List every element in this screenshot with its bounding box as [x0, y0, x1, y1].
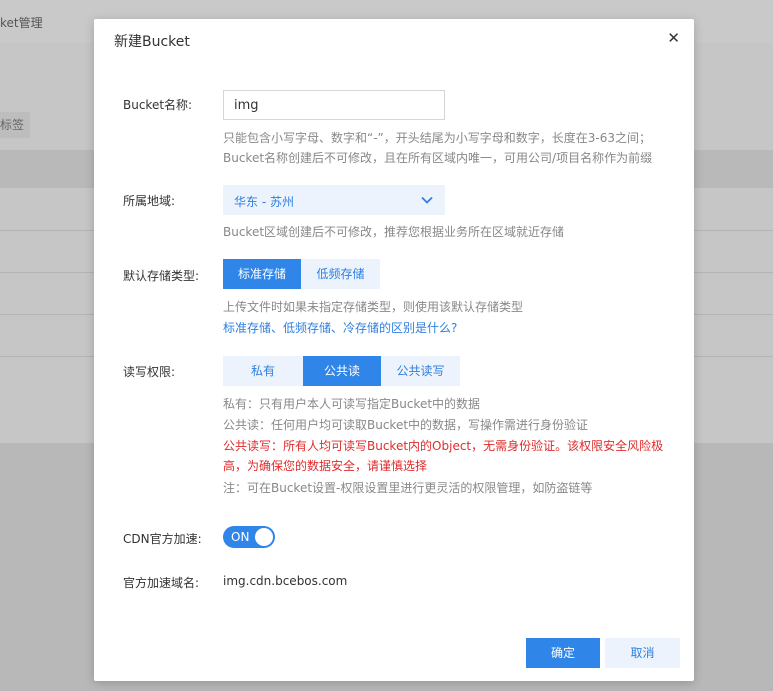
accelerate-domain-value: img.cdn.bcebos.com: [223, 574, 348, 588]
permission-option-private[interactable]: 私有: [223, 356, 303, 386]
bucket-name-hint-rules: 只能包含小写字母、数字和“-”，开头结尾为小写字母和数字，长度在3-63之间；: [223, 131, 652, 145]
accelerate-domain-label: 官方加速域名:: [123, 576, 200, 590]
bucket-name-hint-unique: Bucket名称创建后不可修改，且在所有区域内唯一，可用公司/项目名称作为前缀: [223, 151, 653, 165]
permission-option-public-read-write[interactable]: 公共读写: [381, 356, 460, 386]
permission-note: 注：可在Bucket设置-权限设置里进行更灵活的权限管理，如防盗链等: [223, 481, 593, 495]
cancel-button[interactable]: 取消: [605, 638, 680, 668]
background-tag-button: 标签: [0, 112, 30, 138]
storage-difference-link[interactable]: 标准存储、低频存储、冷存储的区别是什么?: [223, 318, 457, 338]
permission-warning-line2: 高，为确保您的数据安全，请谨慎选择: [223, 459, 428, 473]
dialog-title: 新建Bucket: [114, 34, 190, 50]
permission-label: 读写权限:: [123, 365, 176, 379]
region-hint: Bucket区域创建后不可修改，推荐您根据业务所在区域就近存储: [223, 225, 565, 239]
permission-option-public-read[interactable]: 公共读: [303, 356, 381, 386]
permission-desc-private: 私有：只有用户本人可读写指定Bucket中的数据: [223, 397, 481, 411]
storage-option-standard[interactable]: 标准存储: [223, 259, 301, 289]
region-selected-value: 华东 - 苏州: [234, 195, 294, 209]
toggle-knob: [255, 528, 273, 546]
bucket-name-label: Bucket名称:: [123, 98, 193, 112]
permission-warning-line1: 公共读写：所有人均可读写Bucket内的Object，无需身份验证。该权限安全风…: [223, 439, 664, 453]
storage-type-label: 默认存储类型:: [123, 269, 200, 283]
cdn-toggle[interactable]: ON: [223, 526, 275, 548]
storage-type-hint: 上传文件时如果未指定存储类型，则使用该默认存储类型: [223, 300, 524, 314]
chevron-down-icon: [421, 196, 433, 204]
region-label: 所属地域:: [123, 194, 176, 208]
background-page-title: ket管理: [0, 16, 43, 30]
cdn-label: CDN官方加速:: [123, 532, 202, 546]
confirm-button[interactable]: 确定: [526, 638, 600, 668]
permission-desc-public-read: 公共读：任何用户均可读取Bucket中的数据，写操作需进行身份验证: [223, 418, 589, 432]
storage-option-infrequent[interactable]: 低频存储: [301, 259, 380, 289]
region-select[interactable]: 华东 - 苏州: [223, 185, 445, 215]
bucket-name-input[interactable]: [223, 90, 445, 120]
cdn-toggle-text: ON: [231, 530, 250, 544]
new-bucket-dialog: 新建Bucket ✕ Bucket名称: 只能包含小写字母、数字和“-”，开头结…: [94, 19, 694, 681]
close-icon[interactable]: ✕: [667, 29, 680, 47]
